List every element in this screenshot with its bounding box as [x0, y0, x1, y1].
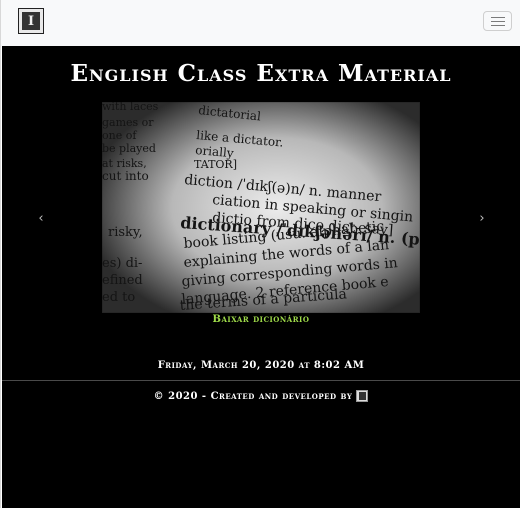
photo-text-line: efined: [102, 273, 143, 288]
photo-text-line: risky,: [108, 225, 143, 240]
navbar: I: [1, 0, 520, 46]
photo-text-line: ed to: [102, 290, 135, 305]
chevron-left-icon: ‹: [38, 210, 44, 226]
carousel-slide-image: with laces dictatorial games or like a d…: [102, 102, 420, 313]
photo-text-line: cut into: [102, 169, 149, 183]
footer: © 2020 - Created and developed by: [2, 390, 520, 402]
photo-text-line: es) di-: [102, 256, 142, 271]
carousel-prev-button[interactable]: ‹: [31, 206, 51, 230]
photo-text-line: one of: [102, 129, 137, 142]
book-logo-icon: I: [22, 12, 40, 30]
photo-text-line: games or: [102, 116, 154, 129]
footer-copyright: © 2020 - Created and developed by: [153, 390, 353, 402]
carousel-next-button[interactable]: ›: [472, 206, 492, 230]
photo-text-line: TATOR]: [194, 158, 237, 171]
chevron-right-icon: ›: [479, 210, 485, 226]
main-content: English Class Extra Material ‹ › with la…: [2, 46, 520, 508]
download-dictionary-link[interactable]: Baixar dicionário: [2, 314, 520, 325]
page-title: English Class Extra Material: [70, 60, 452, 87]
book-logo-icon: [356, 390, 369, 402]
navbar-toggler-button[interactable]: [483, 11, 512, 31]
brand-logo-link[interactable]: I: [18, 8, 44, 34]
hamburger-line: [490, 20, 505, 22]
footer-divider: [2, 380, 520, 381]
photo-text-line: with laces: [102, 102, 159, 113]
page-frame: I English Class Extra Material ‹ › with …: [0, 0, 520, 508]
hamburger-line: [490, 16, 505, 18]
dictionary-photo: with laces dictatorial games or like a d…: [102, 102, 420, 313]
hamburger-line: [490, 24, 505, 26]
current-date: Friday, March 20, 2020 at 8:02 AM: [157, 360, 365, 371]
photo-text-line: be played: [102, 142, 156, 155]
